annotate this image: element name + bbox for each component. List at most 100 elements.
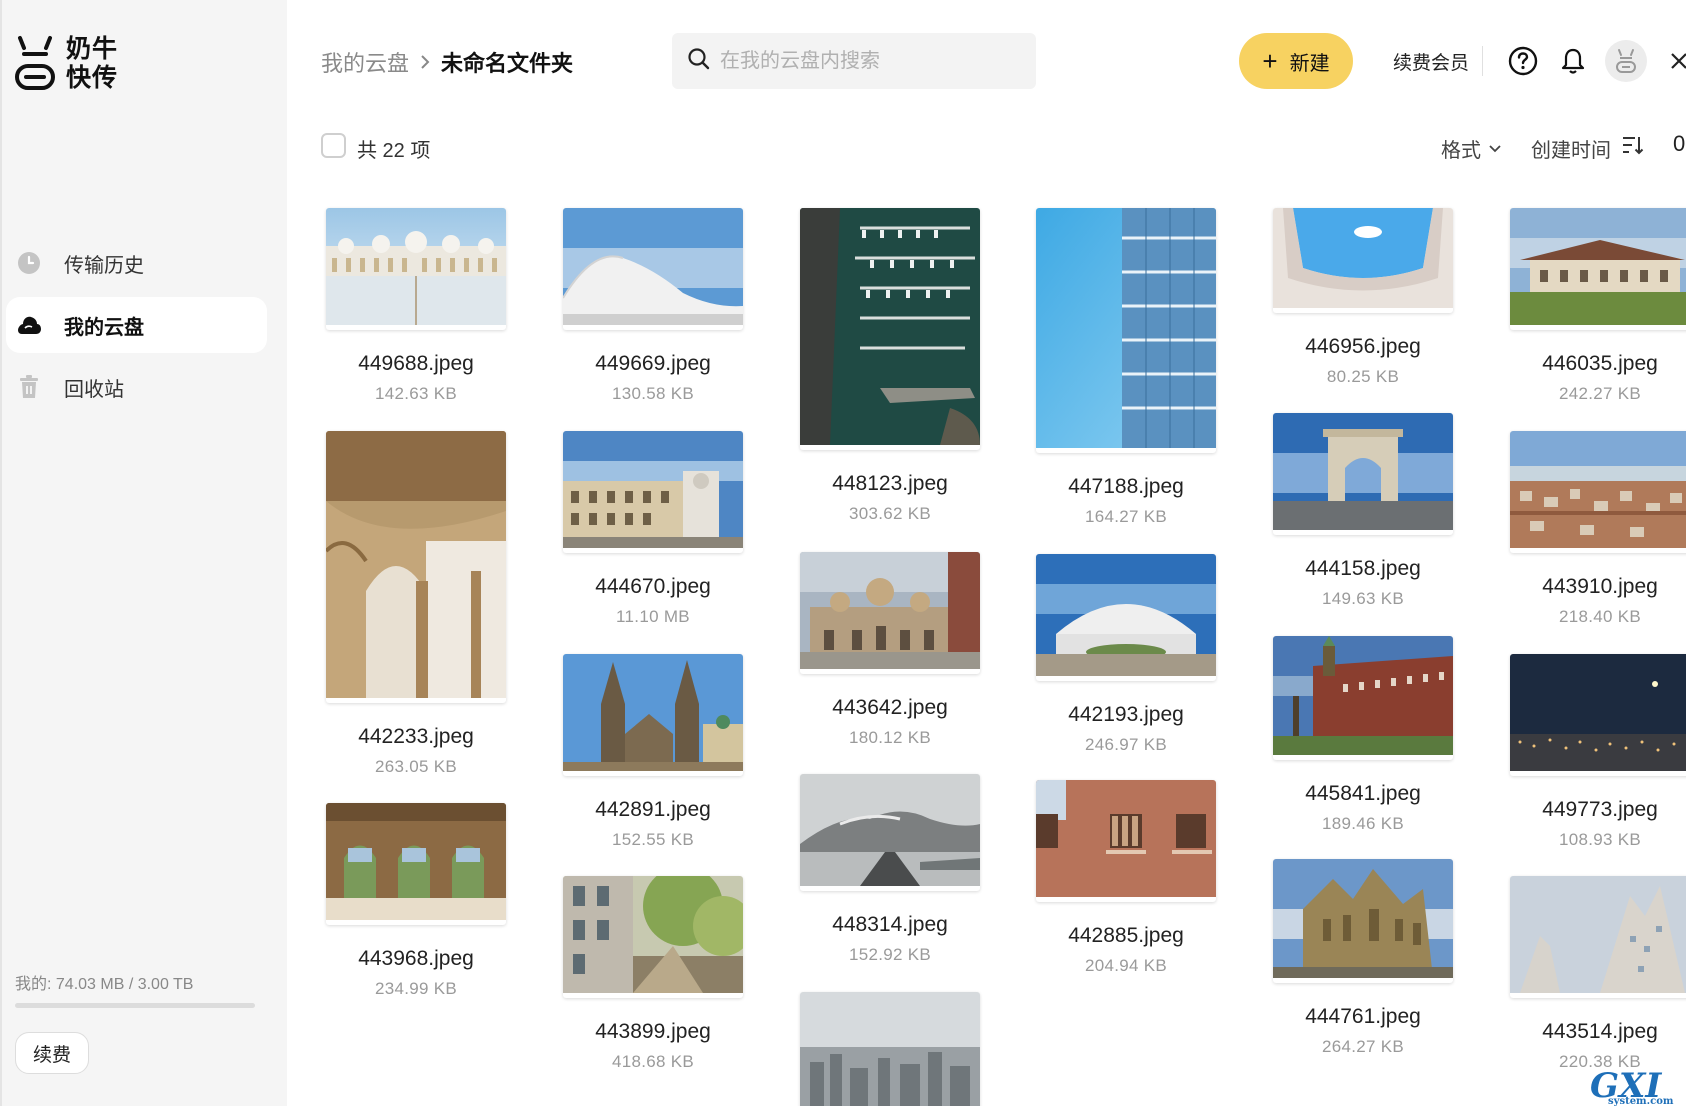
image-thumbnail (326, 208, 506, 330)
sidebar-item-recycle-bin[interactable]: 回收站 (6, 359, 267, 415)
new-button[interactable]: + 新建 (1239, 33, 1353, 89)
breadcrumb-current: 未命名文件夹 (441, 51, 574, 76)
file-size: 11.10 MB (616, 607, 690, 626)
file-size: 108.93 KB (1558, 830, 1642, 849)
logo-line-1: 奶牛 (66, 34, 119, 63)
file-size: 303.62 KB (848, 504, 932, 523)
format-filter-label: 格式 (1441, 140, 1481, 162)
file-card[interactable]: 448314.jpeg 152.92 KB (800, 774, 980, 965)
image-thumbnail (1273, 859, 1453, 983)
app-window: 奶牛 快传 传输历史 我的云盘 回收站 我的: 74.03 MB / 3.00 … (0, 0, 1686, 1106)
image-thumbnail (563, 654, 743, 776)
image-thumbnail (563, 876, 743, 998)
sidebar-item-label: 传输历史 (64, 254, 144, 277)
file-card[interactable]: 442891.jpeg 152.55 KB (563, 654, 743, 850)
sort-by-label[interactable]: 创建时间 (1531, 134, 1611, 163)
image-thumbnail (563, 208, 743, 330)
file-card[interactable]: 443899.jpeg 418.68 KB (563, 876, 743, 1072)
file-card[interactable]: 442885.jpeg 204.94 KB (1036, 780, 1216, 976)
file-name: 443899.jpeg (595, 1020, 711, 1043)
file-card[interactable]: 444670.jpeg 11.10 MB (563, 431, 743, 627)
logo-line-2: 快传 (66, 63, 119, 92)
image-thumbnail (1273, 413, 1453, 535)
select-all-checkbox[interactable] (321, 133, 346, 158)
file-card[interactable]: 444158.jpeg 149.63 KB (1273, 413, 1453, 609)
file-name: 443968.jpeg (358, 947, 474, 970)
avatar[interactable] (1605, 40, 1647, 82)
file-card[interactable]: 445841.jpeg 189.46 KB (1273, 636, 1453, 834)
clock-icon (16, 250, 42, 276)
sidebar-item-my-cloud[interactable]: 我的云盘 (6, 297, 267, 353)
renew-button[interactable]: 续费 (15, 1032, 89, 1074)
search-input[interactable] (720, 49, 1020, 73)
file-size: 218.40 KB (1558, 607, 1642, 626)
file-name: 445841.jpeg (1305, 782, 1421, 805)
image-thumbnail (1036, 554, 1216, 681)
file-size: 149.63 KB (1321, 589, 1405, 608)
file-name: 446035.jpeg (1542, 352, 1658, 375)
file-size: 180.12 KB (848, 728, 932, 747)
image-thumbnail (1510, 876, 1686, 998)
renew-vip-link[interactable]: 续费会员 (1393, 48, 1469, 75)
file-size: 263.05 KB (374, 757, 458, 776)
app-logo[interactable]: 奶牛 快传 (14, 34, 118, 92)
file-card[interactable]: 449688.jpeg 142.63 KB (326, 208, 506, 404)
sidebar-item-transfer-history[interactable]: 传输历史 (6, 235, 267, 291)
file-name: 448123.jpeg (832, 472, 948, 495)
file-card[interactable]: 449669.jpeg 130.58 KB (563, 208, 743, 404)
file-card[interactable] (800, 992, 980, 1106)
logo-wordmark: 奶牛 快传 (66, 34, 118, 92)
file-size: 418.68 KB (611, 1052, 695, 1071)
image-thumbnail (1036, 208, 1216, 453)
image-thumbnail (1273, 636, 1453, 760)
close-icon[interactable] (1662, 44, 1686, 78)
format-filter-dropdown[interactable]: 格式 (1441, 134, 1501, 163)
image-thumbnail (1273, 208, 1453, 313)
bell-icon[interactable] (1556, 44, 1590, 78)
file-size: 264.27 KB (1321, 1037, 1405, 1056)
file-name: 442891.jpeg (595, 798, 711, 821)
sidebar: 奶牛 快传 传输历史 我的云盘 回收站 我的: 74.03 MB / 3.00 … (0, 0, 287, 1106)
file-card[interactable]: 447188.jpeg 164.27 KB (1036, 208, 1216, 527)
new-button-label: 新建 (1289, 52, 1330, 75)
file-card[interactable]: 443910.jpeg 218.40 KB (1510, 431, 1686, 627)
file-card[interactable]: 442193.jpeg 246.97 KB (1036, 554, 1216, 755)
file-card[interactable]: 446956.jpeg 80.25 KB (1273, 208, 1453, 387)
sidebar-item-label: 我的云盘 (64, 316, 144, 339)
file-name: 443642.jpeg (832, 696, 948, 719)
file-card[interactable]: 446035.jpeg 242.27 KB (1510, 208, 1686, 404)
file-card[interactable]: 443642.jpeg 180.12 KB (800, 552, 980, 748)
file-card[interactable]: 443968.jpeg 234.99 KB (326, 803, 506, 999)
help-icon[interactable] (1506, 44, 1540, 78)
file-name: 444670.jpeg (595, 575, 711, 598)
plus-icon: + (1262, 45, 1278, 76)
image-thumbnail (326, 431, 506, 703)
file-card[interactable]: 442233.jpeg 263.05 KB (326, 431, 506, 777)
cow-logo-icon (14, 34, 56, 92)
watermark-sub: system.com (1608, 1096, 1674, 1106)
file-card[interactable]: 444761.jpeg 264.27 KB (1273, 859, 1453, 1057)
image-thumbnail (800, 992, 980, 1106)
breadcrumb: 我的云盘 未命名文件夹 (321, 46, 573, 78)
storage-usage-text: 我的: 74.03 MB / 3.00 TB (15, 976, 194, 993)
file-card[interactable]: 449773.jpeg 108.93 KB (1510, 654, 1686, 850)
file-name: 442193.jpeg (1068, 703, 1184, 726)
image-thumbnail (1510, 431, 1686, 553)
search-box (672, 33, 1036, 89)
cloud-icon (16, 312, 42, 338)
file-name: 443514.jpeg (1542, 1020, 1658, 1043)
breadcrumb-parent-link[interactable]: 我的云盘 (321, 46, 409, 78)
file-name: 444761.jpeg (1305, 1005, 1421, 1028)
file-card[interactable]: 443514.jpeg 220.38 KB (1510, 876, 1686, 1072)
toolbar-trailing-text: 0 (1673, 131, 1686, 156)
file-card[interactable]: 448123.jpeg 303.62 KB (800, 208, 980, 524)
sort-order-icon[interactable] (1622, 134, 1644, 161)
file-size: 80.25 KB (1326, 367, 1400, 386)
search-icon (688, 47, 710, 75)
image-thumbnail (326, 803, 506, 925)
file-name: 449773.jpeg (1542, 798, 1658, 821)
image-thumbnail (800, 774, 980, 891)
file-size: 152.92 KB (848, 945, 932, 964)
image-thumbnail (1510, 654, 1686, 776)
file-name: 442885.jpeg (1068, 924, 1184, 947)
